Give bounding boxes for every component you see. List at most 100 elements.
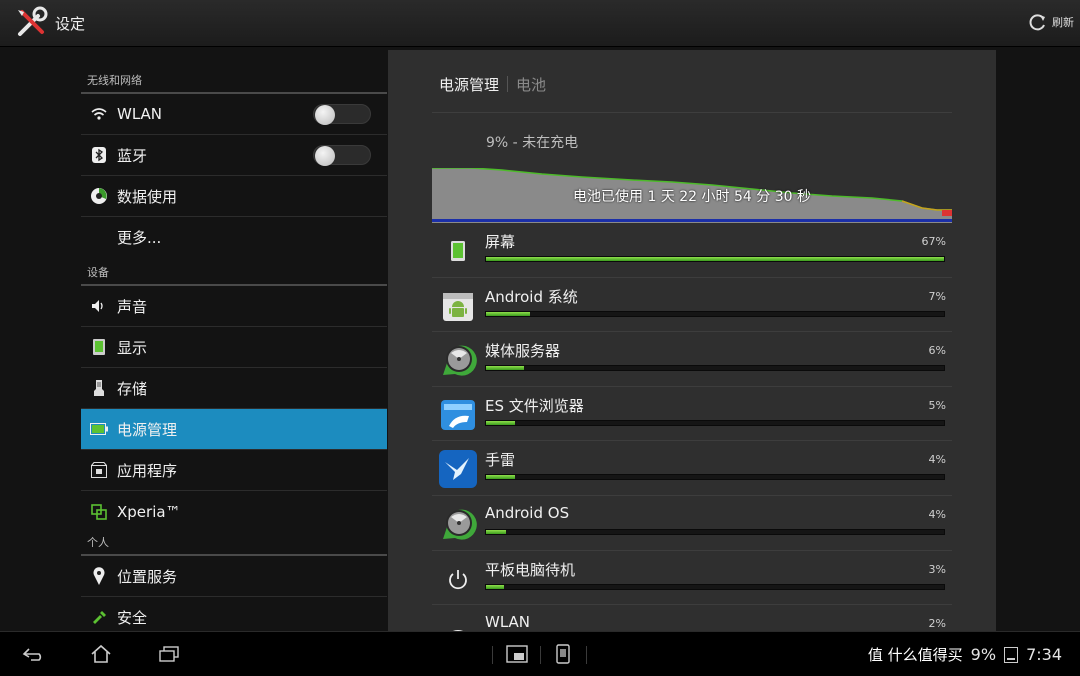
usage-bar xyxy=(485,256,945,262)
usage-name: 手雷 xyxy=(485,451,516,470)
usage-bar xyxy=(485,419,945,426)
settings-tools-icon[interactable] xyxy=(14,6,48,40)
home-icon xyxy=(91,644,111,663)
refresh-label: 刷新 xyxy=(1052,16,1074,29)
toggle-knob xyxy=(315,146,335,166)
usage-bar-fill xyxy=(486,257,944,261)
back-button[interactable] xyxy=(18,641,48,667)
breadcrumb-battery: 电池 xyxy=(516,76,547,94)
sidebar-item-label: 数据使用 xyxy=(117,187,178,206)
section-header-wireless: 无线和网络 xyxy=(81,74,387,94)
section-header-personal: 个人 xyxy=(81,536,387,556)
usage-name: Android 系统 xyxy=(485,287,578,306)
es-file-explorer-icon xyxy=(441,399,475,430)
toggle-knob xyxy=(315,105,335,125)
recent-apps-icon xyxy=(159,646,179,662)
security-icon xyxy=(89,608,109,628)
android-os-icon xyxy=(443,509,477,540)
usage-bar-fill xyxy=(486,366,524,371)
list-item[interactable]: WLAN 2% xyxy=(432,605,952,631)
usage-percent: 4% xyxy=(928,507,946,521)
back-icon xyxy=(22,648,42,661)
sidebar-item-location[interactable]: 位置服务 xyxy=(81,556,387,597)
sidebar-item-wlan[interactable]: WLAN xyxy=(81,94,387,135)
list-item[interactable]: Android OS 4% xyxy=(432,496,952,551)
sidebar-item-security[interactable]: 安全 xyxy=(81,597,387,631)
list-item[interactable]: 平板电脑待机 3% xyxy=(432,551,952,606)
usage-bar-fill xyxy=(486,475,515,480)
nav-separator xyxy=(540,646,541,664)
bluetooth-toggle[interactable] xyxy=(313,145,371,166)
phone-link-button[interactable] xyxy=(548,641,578,667)
bluetooth-icon xyxy=(89,145,109,165)
usage-bar xyxy=(485,583,945,590)
breadcrumb-power-management[interactable]: 电源管理 xyxy=(439,76,499,94)
sidebar-item-label: 位置服务 xyxy=(117,567,178,586)
battery-panel: 电源管理 电池 9% - 未在充电 电池已使用 1 天 22 小时 54 分 30… xyxy=(388,50,996,631)
sidebar-item-label: 蓝牙 xyxy=(117,146,148,165)
battery-status-icon xyxy=(1004,646,1019,663)
wlan-toggle[interactable] xyxy=(313,104,371,125)
breadcrumb: 电源管理 电池 xyxy=(439,74,546,95)
usage-name: 屏幕 xyxy=(485,233,516,251)
usage-percent: 67% xyxy=(921,235,946,248)
refresh-icon xyxy=(1029,14,1045,31)
sidebar-item-xperia[interactable]: Xperia™ xyxy=(81,491,387,532)
usage-bar xyxy=(485,310,945,317)
location-icon xyxy=(89,566,109,586)
nav-separator xyxy=(586,646,587,664)
home-button[interactable] xyxy=(86,641,116,667)
breadcrumb-divider xyxy=(507,76,509,92)
sidebar-item-label: 存储 xyxy=(117,379,148,398)
section-header-device: 设备 xyxy=(81,266,387,286)
usage-percent: 6% xyxy=(928,344,946,358)
recent-apps-button[interactable] xyxy=(154,641,184,667)
screen-icon xyxy=(451,241,465,261)
sidebar-item-power-management[interactable]: 电源管理 xyxy=(81,409,387,450)
usage-percent: 2% xyxy=(928,617,946,631)
usage-percent: 4% xyxy=(928,453,946,467)
sidebar-item-data-usage[interactable]: 数据使用 xyxy=(81,176,387,217)
usage-name: 平板电脑待机 xyxy=(485,560,576,579)
app-title: 设定 xyxy=(55,15,86,33)
usage-bar-fill xyxy=(486,311,530,316)
list-item[interactable]: Android 系统 7% xyxy=(432,278,952,333)
sidebar-item-bluetooth[interactable]: 蓝牙 xyxy=(81,135,387,176)
sidebar-item-label: 电源管理 xyxy=(117,420,178,439)
list-item[interactable]: 屏幕 67% xyxy=(432,223,952,278)
refresh-button[interactable]: 刷新 xyxy=(1028,12,1074,32)
usage-list: 屏幕 67% Android 系统 7% 媒体服务器 6% ES 文件浏览器 5… xyxy=(432,223,952,631)
list-item[interactable]: 手雷 4% xyxy=(432,441,952,496)
system-navigation-bar: 值 什么值得买 9% 7:34 xyxy=(0,631,1080,676)
clock: 7:34 xyxy=(1026,645,1062,664)
battery-status: 9% - 未在充电 xyxy=(486,135,579,151)
wifi-icon xyxy=(453,630,463,631)
sidebar-item-label: 更多... xyxy=(117,229,162,247)
list-item[interactable]: ES 文件浏览器 5% xyxy=(432,387,952,442)
status-tray[interactable]: 值 什么值得买 9% 7:34 xyxy=(868,644,1062,665)
sidebar-item-storage[interactable]: 存储 xyxy=(81,368,387,409)
settings-sidebar: 无线和网络 WLAN 蓝牙 数据使用 更多... 设备 声音 显示 存储 电源管… xyxy=(81,46,387,631)
usage-bar xyxy=(485,474,945,481)
storage-icon xyxy=(89,378,109,398)
usage-bar xyxy=(485,528,945,535)
data-usage-icon xyxy=(89,186,109,206)
sidebar-item-display[interactable]: 显示 xyxy=(81,327,387,368)
watermark: 值 什么值得买 xyxy=(867,646,963,664)
usage-bar-fill xyxy=(486,584,505,589)
sidebar-item-label: 声音 xyxy=(117,297,148,316)
sidebar-item-label: 应用程序 xyxy=(117,461,178,480)
sidebar-item-more[interactable]: 更多... xyxy=(81,217,387,258)
usage-percent: 7% xyxy=(928,289,946,303)
power-icon xyxy=(449,569,467,589)
list-item[interactable]: 媒体服务器 6% xyxy=(432,332,952,387)
usage-percent: 5% xyxy=(928,398,946,412)
usage-bar-fill xyxy=(486,529,507,534)
small-apps-button[interactable] xyxy=(502,641,532,667)
usage-name: Android OS xyxy=(485,503,570,522)
sidebar-item-apps[interactable]: 应用程序 xyxy=(81,450,387,491)
battery-duration: 电池已使用 1 天 22 小时 54 分 30 秒 xyxy=(573,189,811,205)
volume-icon xyxy=(89,296,109,316)
sidebar-item-sound[interactable]: 声音 xyxy=(81,286,387,327)
android-system-icon xyxy=(443,292,473,321)
